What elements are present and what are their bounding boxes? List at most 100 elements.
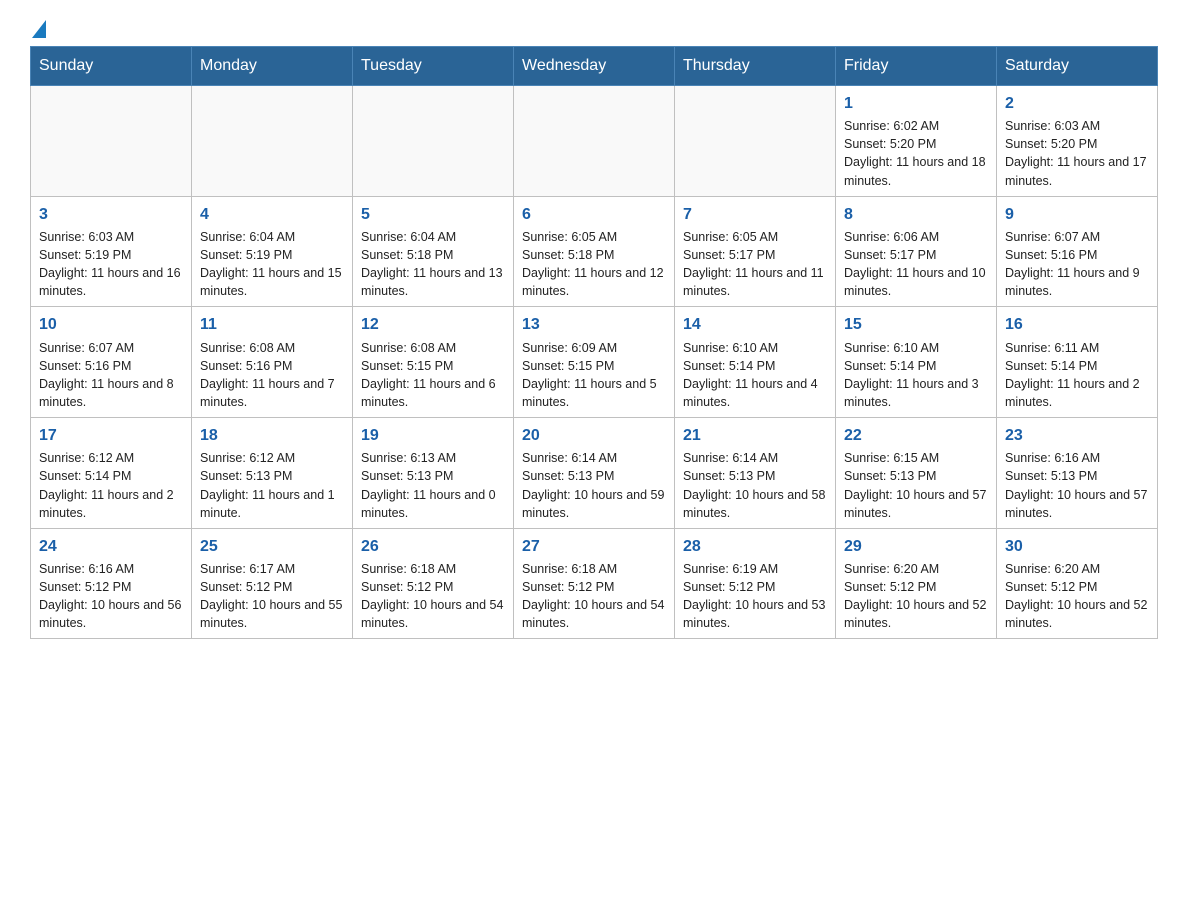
calendar-cell: 10Sunrise: 6:07 AM Sunset: 5:16 PM Dayli… [31,307,192,418]
calendar-cell: 22Sunrise: 6:15 AM Sunset: 5:13 PM Dayli… [836,418,997,529]
calendar-cell: 14 Sunrise: 6:10 AM Sunset: 5:14 PM Dayli… [675,307,836,418]
col-header-friday: Friday [836,47,997,86]
day-number: 9 [1005,203,1149,226]
day-info: Sunrise: 6:14 AM Sunset: 5:13 PM Dayligh… [683,449,827,522]
calendar-cell: 4Sunrise: 6:04 AM Sunset: 5:19 PM Daylig… [192,196,353,307]
calendar-week-0: 1Sunrise: 6:02 AM Sunset: 5:20 PM Daylig… [31,86,1158,197]
calendar-cell: 16 Sunrise: 6:11 AM Sunset: 5:14 PM Dayli… [997,307,1158,418]
day-number: 29 [844,535,988,558]
calendar-cell [31,86,192,197]
day-info: Sunrise: 6:04 AM Sunset: 5:19 PM Dayligh… [200,228,344,301]
day-info: Sunrise: 6:07 AM Sunset: 5:16 PM Dayligh… [1005,228,1149,301]
day-info: Sunrise: 6:10 AM Sunset: 5:14 PM Dayligh… [844,339,988,412]
day-number: 27 [522,535,666,558]
day-info: Sunrise: 6:12 AM Sunset: 5:14 PM Dayligh… [39,449,183,522]
day-info: Sunrise: 6:11 AM Sunset: 5:14 PM Dayligh… [1005,339,1149,412]
day-info: Sunrise: 6:13 AM Sunset: 5:13 PM Dayligh… [361,449,505,522]
day-number: 11 [200,313,344,336]
logo-triangle-icon [32,20,46,38]
calendar-cell: 11 Sunrise: 6:08 AM Sunset: 5:16 PM Dayli… [192,307,353,418]
calendar-cell [675,86,836,197]
calendar-cell: 17Sunrise: 6:12 AM Sunset: 5:14 PM Dayli… [31,418,192,529]
day-number: 19 [361,424,505,447]
day-info: Sunrise: 6:03 AM Sunset: 5:19 PM Dayligh… [39,228,183,301]
day-number: 1 [844,92,988,115]
day-number: 25 [200,535,344,558]
calendar-cell: 2Sunrise: 6:03 AM Sunset: 5:20 PM Daylig… [997,86,1158,197]
day-number: 15 [844,313,988,336]
day-number: 2 [1005,92,1149,115]
day-number: 23 [1005,424,1149,447]
day-info: Sunrise: 6:08 AM Sunset: 5:16 PM Dayligh… [200,339,344,412]
calendar-cell: 30Sunrise: 6:20 AM Sunset: 5:12 PM Dayli… [997,528,1158,639]
day-number: 4 [200,203,344,226]
calendar-cell: 18Sunrise: 6:12 AM Sunset: 5:13 PM Dayli… [192,418,353,529]
calendar-cell: 23Sunrise: 6:16 AM Sunset: 5:13 PM Dayli… [997,418,1158,529]
day-number: 10 [39,313,183,336]
day-info: Sunrise: 6:20 AM Sunset: 5:12 PM Dayligh… [1005,560,1149,633]
col-header-monday: Monday [192,47,353,86]
day-info: Sunrise: 6:18 AM Sunset: 5:12 PM Dayligh… [361,560,505,633]
calendar-cell: 6Sunrise: 6:05 AM Sunset: 5:18 PM Daylig… [514,196,675,307]
calendar-cell: 27Sunrise: 6:18 AM Sunset: 5:12 PM Dayli… [514,528,675,639]
day-number: 13 [522,313,666,336]
day-number: 22 [844,424,988,447]
col-header-thursday: Thursday [675,47,836,86]
day-info: Sunrise: 6:06 AM Sunset: 5:17 PM Dayligh… [844,228,988,301]
day-info: Sunrise: 6:16 AM Sunset: 5:13 PM Dayligh… [1005,449,1149,522]
day-number: 5 [361,203,505,226]
day-number: 28 [683,535,827,558]
calendar-cell: 25Sunrise: 6:17 AM Sunset: 5:12 PM Dayli… [192,528,353,639]
calendar-cell: 21Sunrise: 6:14 AM Sunset: 5:13 PM Dayli… [675,418,836,529]
day-info: Sunrise: 6:02 AM Sunset: 5:20 PM Dayligh… [844,117,988,190]
calendar-cell: 3Sunrise: 6:03 AM Sunset: 5:19 PM Daylig… [31,196,192,307]
calendar-cell: 8Sunrise: 6:06 AM Sunset: 5:17 PM Daylig… [836,196,997,307]
day-info: Sunrise: 6:10 AM Sunset: 5:14 PM Dayligh… [683,339,827,412]
calendar-cell: 9Sunrise: 6:07 AM Sunset: 5:16 PM Daylig… [997,196,1158,307]
calendar-cell: 26Sunrise: 6:18 AM Sunset: 5:12 PM Dayli… [353,528,514,639]
day-number: 17 [39,424,183,447]
calendar-week-1: 3Sunrise: 6:03 AM Sunset: 5:19 PM Daylig… [31,196,1158,307]
day-number: 26 [361,535,505,558]
day-number: 6 [522,203,666,226]
day-info: Sunrise: 6:05 AM Sunset: 5:18 PM Dayligh… [522,228,666,301]
col-header-saturday: Saturday [997,47,1158,86]
calendar-table: SundayMondayTuesdayWednesdayThursdayFrid… [30,46,1158,639]
col-header-sunday: Sunday [31,47,192,86]
page-header [30,20,1158,36]
calendar-cell: 7Sunrise: 6:05 AM Sunset: 5:17 PM Daylig… [675,196,836,307]
day-number: 24 [39,535,183,558]
day-number: 7 [683,203,827,226]
day-info: Sunrise: 6:18 AM Sunset: 5:12 PM Dayligh… [522,560,666,633]
day-number: 8 [844,203,988,226]
calendar-cell: 28Sunrise: 6:19 AM Sunset: 5:12 PM Dayli… [675,528,836,639]
calendar-cell [514,86,675,197]
calendar-cell: 15 Sunrise: 6:10 AM Sunset: 5:14 PM Dayli… [836,307,997,418]
day-number: 16 [1005,313,1149,336]
day-info: Sunrise: 6:04 AM Sunset: 5:18 PM Dayligh… [361,228,505,301]
calendar-cell: 29Sunrise: 6:20 AM Sunset: 5:12 PM Dayli… [836,528,997,639]
day-info: Sunrise: 6:05 AM Sunset: 5:17 PM Dayligh… [683,228,827,301]
day-info: Sunrise: 6:09 AM Sunset: 5:15 PM Dayligh… [522,339,666,412]
day-number: 21 [683,424,827,447]
calendar-cell: 20Sunrise: 6:14 AM Sunset: 5:13 PM Dayli… [514,418,675,529]
calendar-cell: 19Sunrise: 6:13 AM Sunset: 5:13 PM Dayli… [353,418,514,529]
day-number: 14 [683,313,827,336]
day-number: 20 [522,424,666,447]
calendar-week-2: 10Sunrise: 6:07 AM Sunset: 5:16 PM Dayli… [31,307,1158,418]
day-number: 12 [361,313,505,336]
calendar-week-3: 17Sunrise: 6:12 AM Sunset: 5:14 PM Dayli… [31,418,1158,529]
calendar-cell [192,86,353,197]
calendar-week-4: 24Sunrise: 6:16 AM Sunset: 5:12 PM Dayli… [31,528,1158,639]
col-header-tuesday: Tuesday [353,47,514,86]
calendar-cell [353,86,514,197]
day-number: 30 [1005,535,1149,558]
calendar-cell: 13 Sunrise: 6:09 AM Sunset: 5:15 PM Dayli… [514,307,675,418]
day-info: Sunrise: 6:14 AM Sunset: 5:13 PM Dayligh… [522,449,666,522]
day-info: Sunrise: 6:03 AM Sunset: 5:20 PM Dayligh… [1005,117,1149,190]
calendar-cell: 24Sunrise: 6:16 AM Sunset: 5:12 PM Dayli… [31,528,192,639]
calendar-cell: 1Sunrise: 6:02 AM Sunset: 5:20 PM Daylig… [836,86,997,197]
day-info: Sunrise: 6:08 AM Sunset: 5:15 PM Dayligh… [361,339,505,412]
day-info: Sunrise: 6:12 AM Sunset: 5:13 PM Dayligh… [200,449,344,522]
day-info: Sunrise: 6:19 AM Sunset: 5:12 PM Dayligh… [683,560,827,633]
